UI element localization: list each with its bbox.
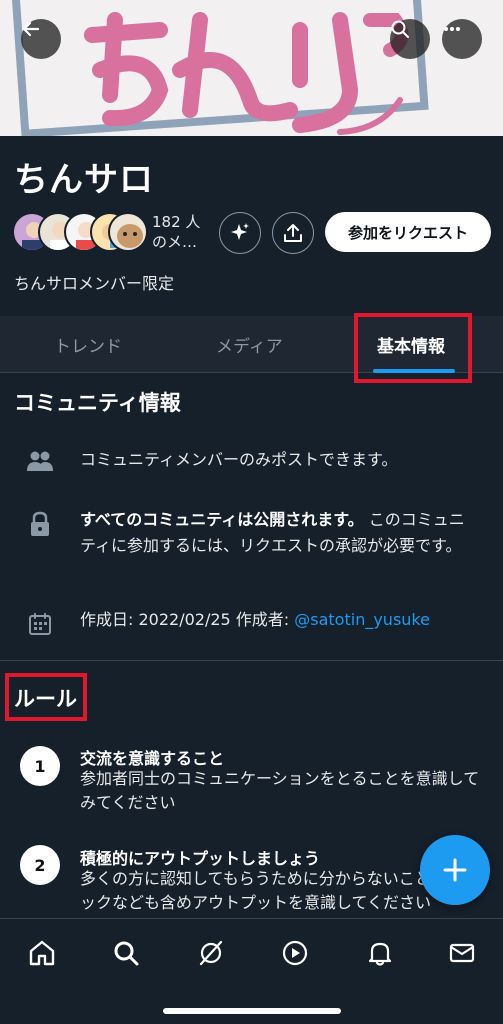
home-icon: [29, 940, 55, 966]
nav-video[interactable]: [275, 933, 315, 973]
lock-icon: [26, 510, 54, 538]
search-icon: [114, 941, 139, 966]
nav-search[interactable]: [106, 933, 146, 973]
calendar-icon: [26, 610, 54, 638]
nav-grok[interactable]: [191, 933, 231, 973]
compose-button[interactable]: [420, 835, 490, 905]
join-request-button[interactable]: 参加をリクエスト: [325, 212, 491, 252]
member-avatars[interactable]: [12, 212, 148, 252]
tab-trend[interactable]: トレンド: [54, 332, 122, 357]
share-icon: [284, 224, 302, 242]
nav-home[interactable]: [22, 933, 62, 973]
sparkle-icon: [231, 223, 249, 240]
plus-icon: [443, 858, 467, 882]
share-button[interactable]: [272, 212, 314, 254]
nav-messages[interactable]: [442, 933, 482, 973]
highlight-box-about-tab: [354, 313, 472, 383]
community-banner: [0, 0, 503, 136]
avatar: [108, 212, 148, 252]
search-button[interactable]: [390, 19, 430, 59]
members-only-text: コミュニティメンバーのみポストできます。: [80, 450, 398, 469]
bell-icon: [368, 942, 392, 966]
arrow-left-icon: [22, 21, 40, 37]
sparkle-button[interactable]: [219, 212, 261, 254]
people-icon: [26, 447, 54, 475]
public-community-text: すべてのコミュニティは公開されます。 このコミュニティに参加するには、リクエスト…: [80, 507, 480, 559]
mail-icon: [449, 943, 475, 963]
highlight-box-rules: [5, 673, 87, 721]
community-title: ちんサロ: [14, 160, 154, 200]
more-icon: [444, 27, 460, 31]
nav-notifications[interactable]: [360, 933, 400, 973]
created-prefix: 作成日: 2022/02/25 作成者:: [80, 610, 295, 629]
community-description: ちんサロメンバー限定: [14, 274, 175, 293]
banner-art: [0, 0, 503, 136]
home-indicator[interactable]: [163, 1008, 341, 1014]
grok-icon: [199, 940, 223, 966]
more-button[interactable]: [442, 19, 482, 59]
creator-link[interactable]: @satotin_yusuke: [294, 610, 430, 629]
created-info-text: 作成日: 2022/02/25 作成者: @satotin_yusuke: [80, 607, 480, 633]
public-bold-text: すべてのコミュニティは公開されます。: [80, 510, 364, 529]
search-icon: [391, 20, 409, 38]
rule-number-badge: 2: [20, 845, 60, 885]
rule-description: 参加者同士のコミュニケーションをとることを意識してみてください: [80, 769, 480, 812]
rule-title: 積極的にアウトプットしましょう: [80, 849, 321, 868]
tab-media[interactable]: メディア: [216, 332, 283, 357]
member-count[interactable]: 182 人 のメ…: [152, 212, 212, 252]
member-count-suffix: のメ…: [152, 233, 198, 251]
community-info-title: コミュニティ情報: [14, 391, 181, 415]
video-icon: [282, 940, 308, 966]
rule-title: 交流を意識すること: [80, 749, 225, 768]
rule-number-badge: 1: [20, 746, 60, 786]
member-count-number: 182 人: [152, 213, 201, 231]
back-button[interactable]: [21, 19, 61, 59]
section-divider: [0, 660, 503, 661]
